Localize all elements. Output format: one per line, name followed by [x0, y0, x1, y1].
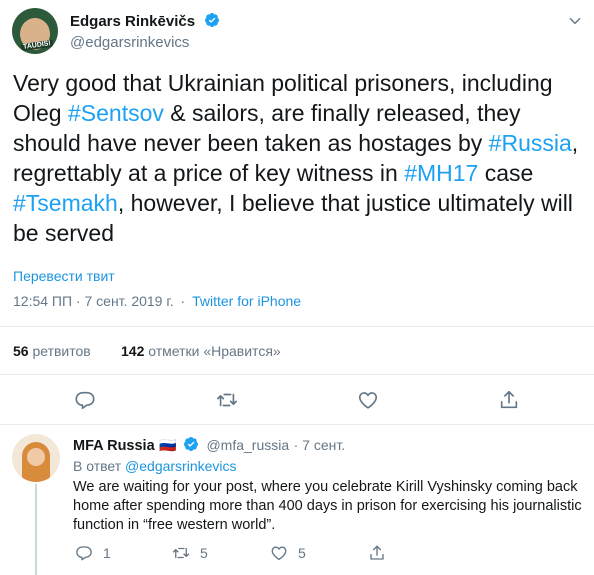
like-button[interactable]: [357, 389, 379, 411]
divider: [0, 374, 594, 375]
hashtag-mh17[interactable]: #MH17: [404, 160, 478, 186]
reply-author-handle[interactable]: @mfa_russia: [206, 437, 289, 453]
thread-line: [35, 484, 37, 575]
hashtag-russia[interactable]: #Russia: [489, 130, 572, 156]
text-segment: case: [478, 160, 534, 186]
reply-retweet-button[interactable]: 5: [172, 544, 208, 562]
retweet-icon: [217, 393, 237, 407]
retweet-button[interactable]: [216, 389, 238, 411]
share-icon: [500, 390, 518, 409]
tweet-source-link[interactable]: Twitter for iPhone: [192, 293, 301, 309]
tweet-timestamp[interactable]: 12:54 ПП · 7 сент. 2019 г.: [13, 293, 174, 309]
hashtag-tsemakh[interactable]: #Tsemakh: [13, 190, 118, 216]
reply-icon: [76, 546, 92, 561]
retweet-icon: [172, 547, 190, 559]
share-icon: [370, 545, 384, 560]
retweet-count: 5: [200, 545, 208, 561]
retweets-count: 56: [13, 343, 29, 359]
divider: [0, 326, 594, 327]
translate-tweet-link[interactable]: Перевести твит: [13, 268, 115, 284]
tweet-meta: 12:54 ПП · 7 сент. 2019 г. · Twitter for…: [13, 293, 301, 309]
chevron-down-icon[interactable]: [568, 14, 582, 28]
reply-like-button[interactable]: 5: [270, 544, 306, 562]
tweet-text: Very good that Ukrainian political priso…: [13, 68, 583, 248]
reply-header: MFA Russia 🇷🇺 @mfa_russia · 7 сент.: [73, 436, 345, 455]
meta-separator: ·: [180, 293, 186, 309]
reply-button[interactable]: [74, 389, 96, 411]
author-name-row[interactable]: Edgars Rinkēvičs: [70, 12, 220, 31]
reply-author-name[interactable]: MFA Russia: [73, 438, 155, 454]
reply-timestamp[interactable]: · 7 сент.: [294, 437, 346, 453]
heart-icon: [271, 546, 287, 561]
likes-count: 142: [121, 343, 145, 359]
heart-icon: [358, 392, 378, 409]
like-count: 5: [298, 545, 306, 561]
in-reply-prefix: В ответ: [73, 458, 122, 474]
in-reply-to: В ответ @edgarsrinkevics: [73, 458, 237, 474]
divider: [0, 424, 594, 425]
hashtag-sentsov[interactable]: #Sentsov: [68, 100, 164, 126]
share-button[interactable]: [498, 389, 520, 411]
russia-flag-icon: 🇷🇺: [159, 437, 177, 453]
reply-author-avatar[interactable]: [12, 434, 60, 482]
retweets-label: ретвитов: [32, 343, 91, 359]
avatar-face: [27, 448, 45, 466]
reply-count: 1: [103, 545, 111, 561]
author-avatar[interactable]: TAUDIS!: [12, 8, 58, 54]
likes-label: отметки «Нравится»: [148, 343, 281, 359]
reply-share-button[interactable]: [368, 544, 386, 562]
author-handle[interactable]: @edgarsrinkevics: [70, 34, 189, 51]
reply-text: We are waiting for your post, where you …: [73, 479, 582, 533]
reply-reply-button[interactable]: 1: [75, 544, 111, 562]
verified-badge-icon: [204, 13, 219, 27]
retweets-stat[interactable]: 56 ретвитов: [13, 343, 91, 359]
verified-badge-icon: [183, 437, 198, 451]
author-name[interactable]: Edgars Rinkēvičs: [70, 13, 195, 30]
in-reply-handle-link[interactable]: @edgarsrinkevics: [125, 458, 236, 474]
likes-stat[interactable]: 142 отметки «Нравится»: [121, 343, 281, 359]
reply-icon: [75, 391, 95, 410]
